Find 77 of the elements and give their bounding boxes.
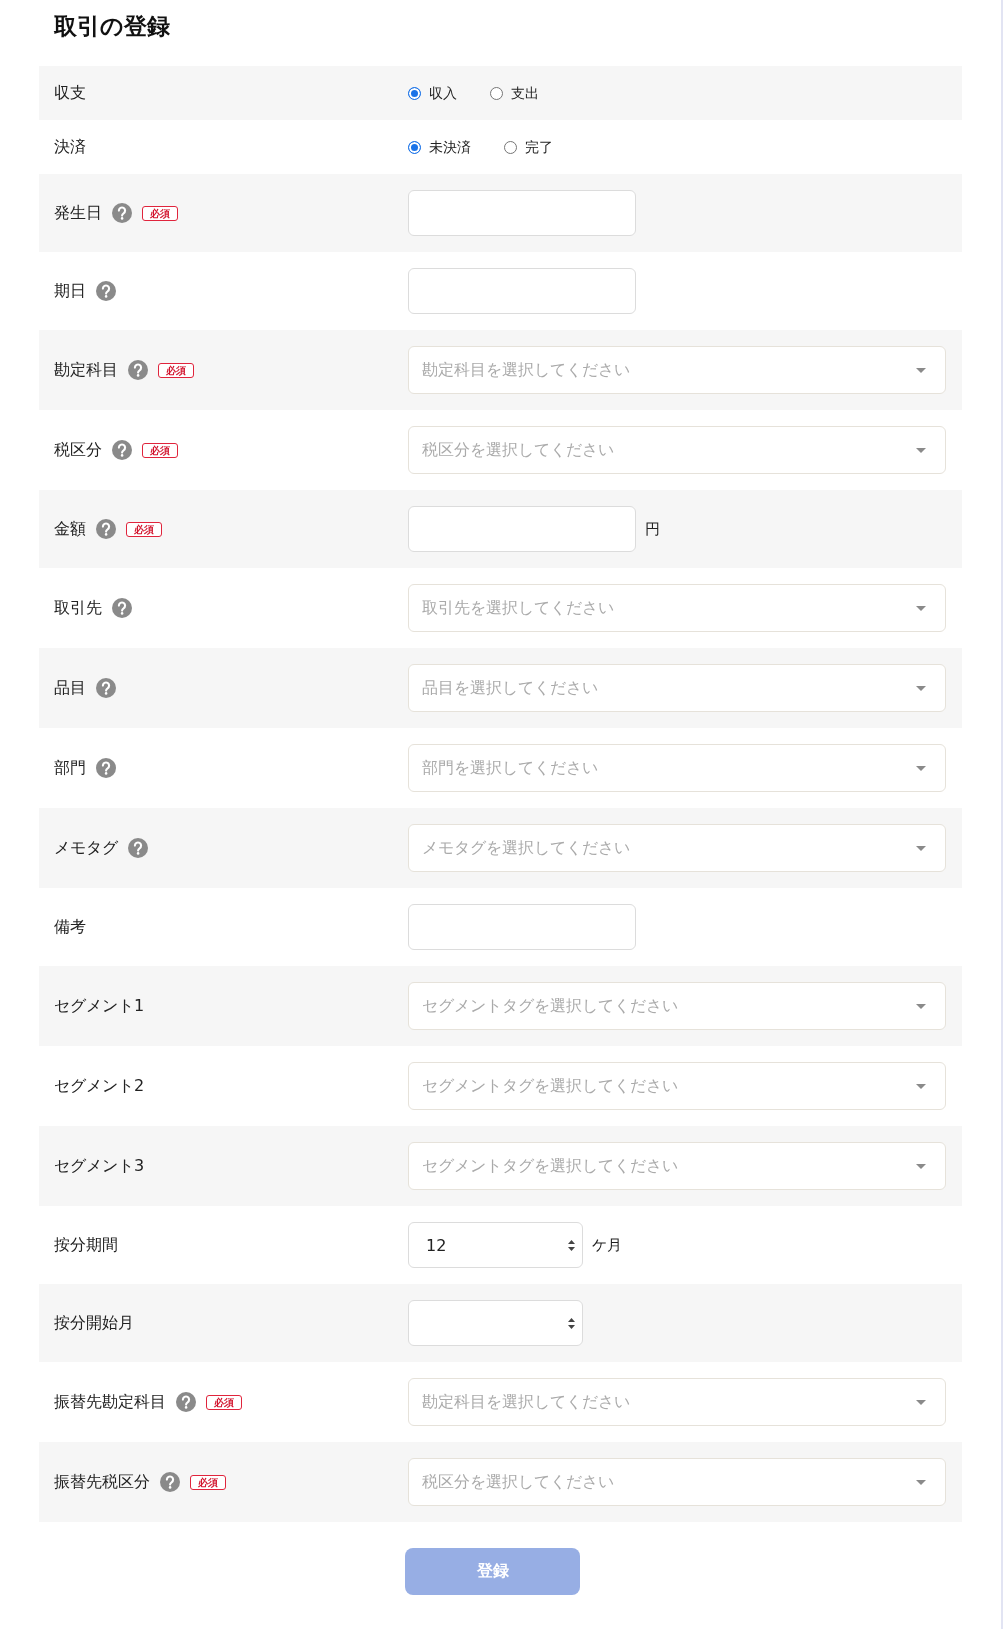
select-field[interactable]: 勘定科目を選択してください xyxy=(408,346,946,394)
field-label: 按分期間 xyxy=(54,1235,118,1255)
field-label: 収支 xyxy=(54,83,86,103)
field-label: 期日 xyxy=(54,281,86,301)
field-label: 品目 xyxy=(54,678,86,698)
radio-label[interactable]: 完了 xyxy=(525,138,553,156)
dropdown-field[interactable] xyxy=(408,1300,583,1346)
help-icon[interactable] xyxy=(160,1472,180,1492)
required-badge: 必須 xyxy=(190,1474,226,1490)
radio-button[interactable] xyxy=(408,86,421,100)
field-label: 備考 xyxy=(54,917,86,937)
required-badge: 必須 xyxy=(142,442,178,458)
field-label: 勘定科目 xyxy=(54,360,118,380)
select-field[interactable]: 勘定科目を選択してください xyxy=(408,1378,946,1426)
select-field[interactable]: セグメントタグを選択してください xyxy=(408,1142,946,1190)
help-icon[interactable] xyxy=(96,758,116,778)
help-icon[interactable] xyxy=(176,1392,196,1412)
help-icon[interactable] xyxy=(96,519,116,539)
help-icon[interactable] xyxy=(96,678,116,698)
field-label: 取引先 xyxy=(54,598,102,618)
caret-icon xyxy=(916,1399,926,1405)
select-field[interactable]: セグメントタグを選択してください xyxy=(408,982,946,1030)
caret-icon xyxy=(916,765,926,771)
select-field[interactable]: 取引先を選択してください xyxy=(408,584,946,632)
radio-button[interactable] xyxy=(504,140,517,154)
unit-label: ケ月 xyxy=(592,1235,622,1255)
radio-button[interactable] xyxy=(490,86,503,100)
caret-icon xyxy=(916,845,926,851)
unit-label: 円 xyxy=(645,519,660,539)
field-label: メモタグ xyxy=(54,838,118,858)
field-label: 決済 xyxy=(54,137,86,157)
text-field[interactable] xyxy=(408,506,636,552)
field-label: セグメント2 xyxy=(54,1076,145,1096)
caret-icon xyxy=(916,685,926,691)
field-label: 按分開始月 xyxy=(54,1313,134,1333)
caret-icon xyxy=(916,1003,926,1009)
field-label: 金額 xyxy=(54,519,86,539)
caret-icon xyxy=(916,1083,926,1089)
help-icon[interactable] xyxy=(112,203,132,223)
select-field[interactable]: 部門を選択してください xyxy=(408,744,946,792)
select-field[interactable]: メモタグを選択してください xyxy=(408,824,946,872)
radio-label[interactable]: 収入 xyxy=(429,84,457,102)
help-icon[interactable] xyxy=(128,360,148,380)
text-field[interactable] xyxy=(408,268,636,314)
caret-icon xyxy=(916,367,926,373)
text-field[interactable] xyxy=(408,904,636,950)
field-label: 税区分 xyxy=(54,440,102,460)
page-title: 取引の登録 xyxy=(54,12,170,40)
select-field[interactable]: 税区分を選択してください xyxy=(408,1458,946,1506)
required-badge: 必須 xyxy=(206,1394,242,1410)
text-field[interactable] xyxy=(408,190,636,236)
radio-label[interactable]: 未決済 xyxy=(429,138,471,156)
required-badge: 必須 xyxy=(158,362,194,378)
select-field[interactable]: セグメントタグを選択してください xyxy=(408,1062,946,1110)
field-label: 発生日 xyxy=(54,203,102,223)
radio-button[interactable] xyxy=(408,140,421,154)
field-label: セグメント1 xyxy=(54,996,145,1016)
help-icon[interactable] xyxy=(128,838,148,858)
select-field[interactable]: 税区分を選択してください xyxy=(408,426,946,474)
field-label: 振替先勘定科目 xyxy=(54,1392,166,1412)
help-icon[interactable] xyxy=(112,598,132,618)
required-badge: 必須 xyxy=(126,521,162,537)
field-label: 振替先税区分 xyxy=(54,1472,150,1492)
field-label: セグメント3 xyxy=(54,1156,145,1176)
help-icon[interactable] xyxy=(112,440,132,460)
help-icon[interactable] xyxy=(96,281,116,301)
up-down-arrows-icon xyxy=(568,1239,575,1251)
caret-icon xyxy=(916,447,926,453)
dropdown-field[interactable]: 12 xyxy=(408,1222,583,1268)
radio-label[interactable]: 支出 xyxy=(511,84,539,102)
required-badge: 必須 xyxy=(142,205,178,221)
field-label: 部門 xyxy=(54,758,86,778)
caret-icon xyxy=(916,605,926,611)
select-field[interactable]: 品目を選択してください xyxy=(408,664,946,712)
up-down-arrows-icon xyxy=(568,1317,575,1329)
caret-icon xyxy=(916,1163,926,1169)
caret-icon xyxy=(916,1479,926,1485)
